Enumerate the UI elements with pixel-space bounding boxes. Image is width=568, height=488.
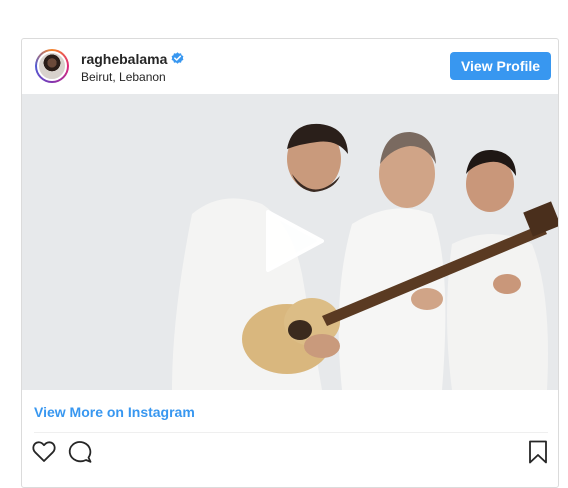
play-icon[interactable] [260,207,328,275]
username[interactable]: raghebalama [81,51,167,67]
divider [34,432,548,433]
view-more-link[interactable]: View More on Instagram [34,404,195,420]
verified-badge-icon [171,52,184,64]
view-profile-button[interactable]: View Profile [450,52,551,80]
heart-icon[interactable] [31,439,57,465]
comment-icon[interactable] [67,439,93,465]
post-video[interactable] [22,94,558,390]
location-label[interactable]: Beirut, Lebanon [81,70,166,84]
post-header: raghebalama Beirut, Lebanon View Profile [22,39,558,93]
bookmark-icon[interactable] [525,439,551,465]
avatar-image [37,51,67,81]
avatar[interactable] [35,49,69,83]
instagram-embed: raghebalama Beirut, Lebanon View Profile [21,38,559,488]
